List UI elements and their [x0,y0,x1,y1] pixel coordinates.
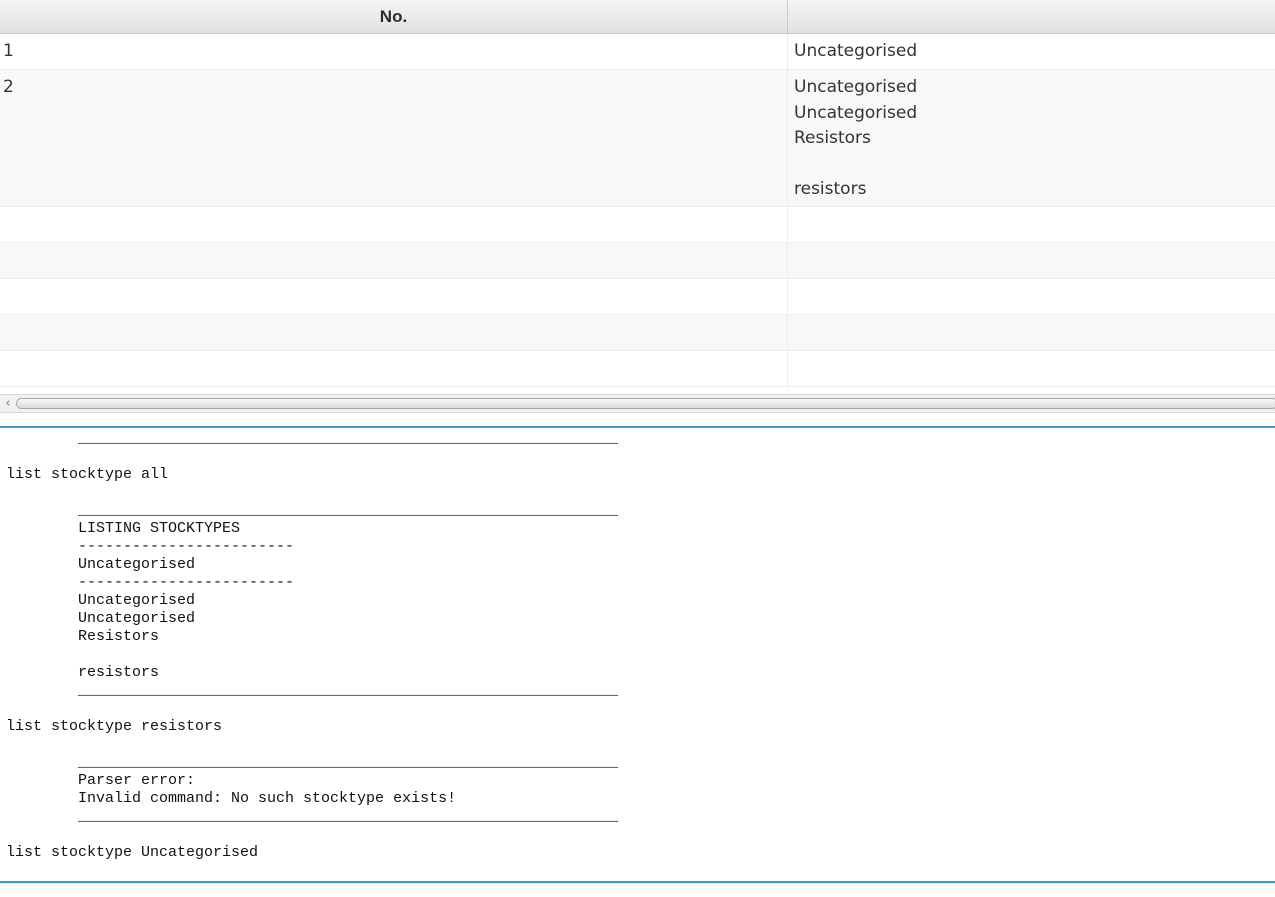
chevron-left-icon[interactable]: ‹ [2,396,14,411]
table-row[interactable] [0,279,1275,315]
horizontal-scrollbar[interactable]: ‹ [0,394,1275,413]
cell-no: 1 [0,34,788,69]
cell-stocktype [788,279,1275,314]
cell-no [0,243,788,278]
scrollbar-thumb[interactable] [16,398,1275,409]
table-row[interactable]: 2 Uncategorised Uncategorised Resistors … [0,70,1275,207]
cell-stocktype [788,351,1275,386]
column-header-no[interactable]: No. [0,0,788,33]
stocktype-table: No. 1 Uncategorised 2 Uncategorised Unca… [0,0,1275,396]
table-row[interactable]: 1 Uncategorised [0,34,1275,70]
table-row[interactable] [0,243,1275,279]
cell-no [0,279,788,314]
cell-stocktype [788,315,1275,350]
cell-stocktype [788,207,1275,242]
cell-stocktype [788,243,1275,278]
cell-no: 2 [0,70,788,206]
cell-no [0,207,788,242]
table-row[interactable] [0,315,1275,351]
cell-stocktype: Uncategorised [794,41,918,61]
command-input-strip[interactable] [0,883,1275,897]
table-header: No. [0,0,1275,34]
cell-stocktype: Uncategorised Uncategorised Resistors re… [794,77,918,199]
table-row[interactable] [0,207,1275,243]
column-header-stocktype[interactable] [788,0,1275,33]
cell-no [0,351,788,386]
cell-no [0,315,788,350]
command-output-area[interactable]: ________________________________________… [0,426,1275,883]
table-row[interactable] [0,351,1275,387]
command-output-text: ________________________________________… [6,430,619,881]
